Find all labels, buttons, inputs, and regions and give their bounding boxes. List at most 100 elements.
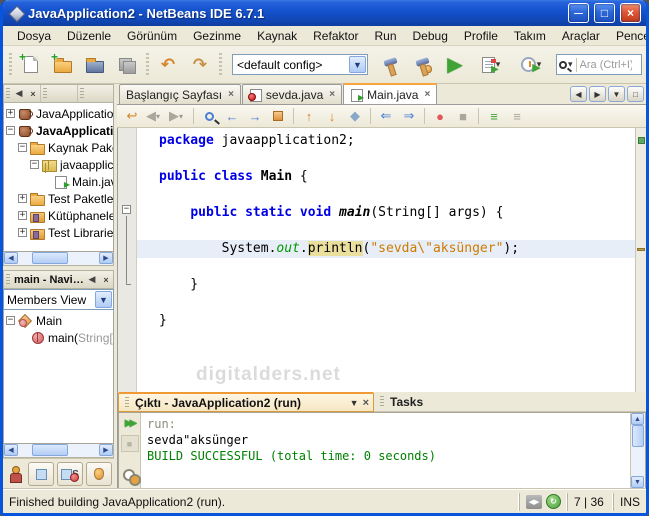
find-button[interactable] (198, 106, 220, 126)
code-text-area[interactable]: package javaapplication2; public class Ma… (137, 128, 635, 392)
code-line[interactable]: System.out.println("sevda\"aksünger"); (137, 240, 635, 258)
minimized-window-button[interactable]: S (57, 462, 83, 486)
minimized-window-button[interactable] (86, 462, 112, 486)
menu-dosya[interactable]: Dosya (9, 27, 59, 45)
menu-profile[interactable]: Profile (456, 27, 506, 45)
tree-expand-handle[interactable]: − (6, 316, 15, 325)
scrollbar-thumb[interactable] (32, 252, 68, 264)
editor-tab-sevda-java[interactable]: sevda.java × (241, 84, 343, 104)
redo-button[interactable]: ↷ (185, 50, 215, 80)
tab-close-button[interactable]: × (329, 89, 335, 100)
scroll-left-button[interactable]: ◀ (4, 444, 18, 456)
tree-expand-handle[interactable]: + (18, 228, 27, 237)
navigator-view-selector[interactable]: Members View ▼ (3, 289, 114, 310)
output-vscrollbar[interactable]: ▲ ▼ (630, 413, 645, 488)
code-line[interactable]: public static void main(String[] args) { (137, 204, 635, 222)
close-button[interactable]: × (620, 3, 641, 23)
menu-gezinme[interactable]: Gezinme (185, 27, 249, 45)
title-bar[interactable]: JavaApplication2 - NetBeans IDE 6.7.1 — … (3, 0, 646, 26)
scroll-down-button[interactable]: ▼ (631, 476, 644, 488)
toolbar-grip[interactable] (9, 52, 12, 77)
tree-item[interactable]: + Test Paketleri (4, 190, 113, 207)
tree-expand-handle[interactable]: + (18, 194, 27, 203)
output-settings-button[interactable] (122, 469, 141, 486)
code-line[interactable] (137, 294, 635, 312)
error-stripe[interactable] (635, 128, 646, 392)
search-input[interactable] (579, 58, 632, 71)
panel-close-button[interactable]: × (99, 273, 113, 287)
navigator-hscrollbar[interactable]: ◀ ▶ (3, 444, 114, 458)
update-center-icon[interactable]: ↻ (545, 494, 561, 509)
tree-item[interactable]: − javaapplication2 (4, 156, 113, 173)
tree-item[interactable]: main(String[] args) (4, 329, 113, 346)
tab-list-button[interactable]: ▼ (608, 86, 625, 102)
tab-close-button[interactable]: × (228, 89, 234, 100)
projects-panel-header[interactable]: ◀ × (3, 84, 114, 103)
code-line[interactable]: } (137, 276, 635, 294)
tab-close-button[interactable]: × (424, 89, 430, 100)
output-tab[interactable]: Çıktı - JavaApplication2 (run) ▼ × (118, 392, 374, 412)
panel-minimize-button[interactable]: ◀ (85, 273, 99, 287)
code-fold-handle[interactable]: − (122, 205, 131, 214)
tree-item[interactable]: + Test Libraries (4, 224, 113, 241)
quick-search-box[interactable]: ▾ (556, 54, 642, 75)
code-line[interactable] (137, 222, 635, 240)
comment-button[interactable]: ≡ (483, 106, 505, 126)
tab-scroll-right-button[interactable]: ▶ (589, 86, 606, 102)
tasks-tab[interactable]: Tasks (374, 392, 434, 412)
tree-item[interactable]: + Kütüphaneler (4, 207, 113, 224)
clean-build-project-button[interactable] (408, 50, 438, 80)
toggle-bookmark-button[interactable]: ◆ (344, 106, 366, 126)
previous-bookmark-button[interactable]: ↑ (298, 106, 320, 126)
code-line[interactable]: package javaapplication2; (137, 132, 635, 150)
editor-tab-main-java[interactable]: Main.java × (343, 83, 438, 104)
panel-close-button[interactable]: × (26, 87, 40, 101)
notifications-icon[interactable]: ◀▶ (525, 494, 542, 509)
combo-dropdown-button[interactable]: ▼ (349, 56, 366, 73)
run-project-button[interactable]: ▶ (440, 50, 470, 80)
toolbar-grip[interactable] (146, 52, 149, 77)
scroll-right-button[interactable]: ▶ (99, 252, 113, 264)
shift-line-right-button[interactable]: ⇒ (398, 106, 420, 126)
menu-debug[interactable]: Debug (405, 27, 456, 45)
projects-hscrollbar[interactable]: ◀ ▶ (3, 252, 114, 266)
uncomment-button[interactable]: ≡ (506, 106, 528, 126)
team-icon[interactable] (9, 465, 25, 483)
find-previous-button[interactable]: ← (221, 106, 243, 126)
new-project-button[interactable]: + (48, 50, 78, 80)
tree-item[interactable]: − JavaApplication2 (4, 122, 113, 139)
tree-expand-handle[interactable]: − (18, 143, 27, 152)
new-file-button[interactable]: + (16, 50, 46, 80)
shift-line-left-button[interactable]: ⇐ (375, 106, 397, 126)
editor-tab-ba-lang-sayfas-[interactable]: Başlangıç Sayfası × (119, 84, 241, 104)
editor-gutter[interactable]: − (118, 128, 137, 392)
forward-button[interactable]: ▶ ▾ (167, 106, 189, 126)
tab-scroll-left-button[interactable]: ◀ (570, 86, 587, 102)
occurrence-mark[interactable] (637, 248, 645, 251)
menu-pencere[interactable]: Pencere (608, 27, 646, 45)
menu-araçlar[interactable]: Araçlar (554, 27, 608, 45)
toggle-highlight-search-button[interactable] (267, 106, 289, 126)
stop-macro-recording-button[interactable]: ■ (452, 106, 474, 126)
config-combobox[interactable]: <default config> ▼ (232, 54, 368, 75)
output-console[interactable]: run: sevda"aksünger BUILD SUCCESSFUL (tota… (141, 413, 630, 488)
toolbar-grip[interactable] (219, 52, 222, 77)
menu-takım[interactable]: Takım (506, 27, 554, 45)
rerun-button[interactable]: ▶▶ (121, 415, 139, 432)
last-edit-location-button[interactable]: ↩ (121, 106, 143, 126)
minimized-window-button[interactable] (28, 462, 54, 486)
tree-item[interactable]: − Kaynak Paketleri (4, 139, 113, 156)
menu-kaynak[interactable]: Kaynak (249, 27, 305, 45)
panel-tab-stub[interactable] (76, 85, 114, 102)
code-line[interactable]: public class Main { (137, 168, 635, 186)
combo-dropdown-button[interactable]: ▼ (95, 291, 112, 308)
tree-expand-handle[interactable]: − (30, 160, 39, 169)
code-line[interactable] (137, 258, 635, 276)
minimize-button[interactable]: — (568, 3, 589, 23)
maximize-button[interactable]: □ (594, 3, 615, 23)
menu-düzenle[interactable]: Düzenle (59, 27, 119, 45)
code-line[interactable] (137, 186, 635, 204)
undo-button[interactable]: ↶ (153, 50, 183, 80)
code-line[interactable] (137, 150, 635, 168)
stop-button[interactable]: ■ (120, 435, 139, 452)
